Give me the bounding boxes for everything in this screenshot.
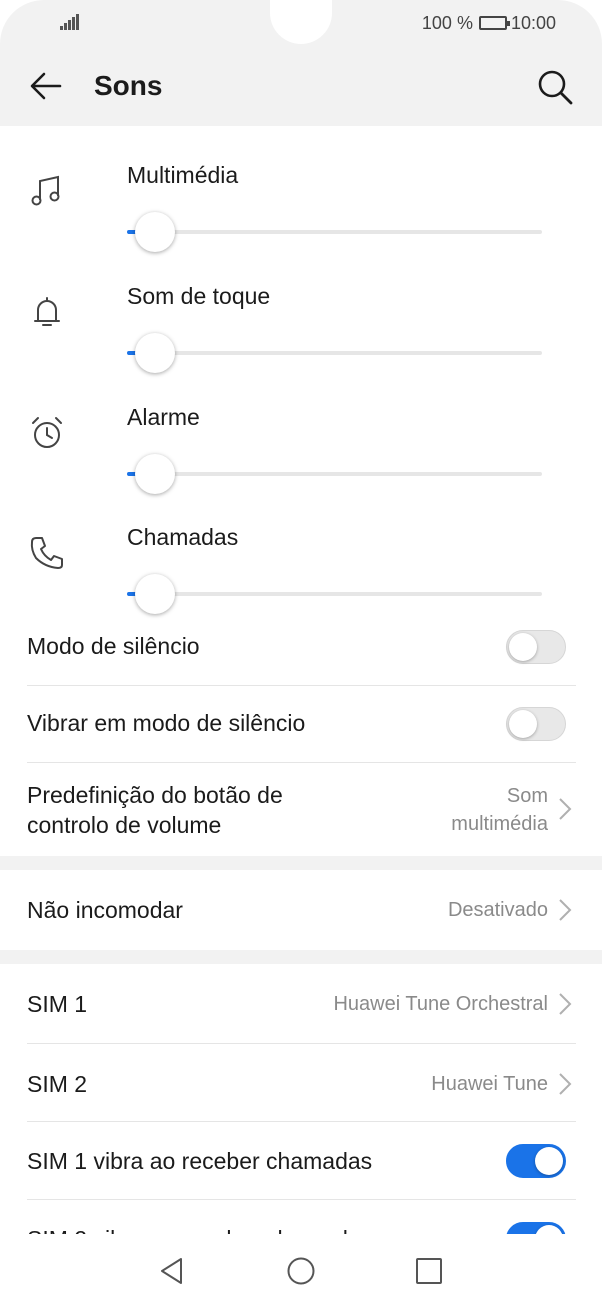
silent-mode-toggle[interactable] <box>506 630 566 664</box>
chevron-right-icon <box>559 899 572 921</box>
volume-label: Alarme <box>127 404 200 430</box>
slider-thumb[interactable] <box>135 212 175 252</box>
setting-sim1-ringtone[interactable]: SIM 1 Huawei Tune Orchestral <box>27 964 576 1044</box>
setting-do-not-disturb[interactable]: Não incomodar Desativado <box>27 870 576 950</box>
setting-value: Huawei Tune Orchestral <box>333 993 548 1015</box>
section-divider <box>0 856 602 870</box>
camera-notch <box>270 0 332 44</box>
app-bar: Sons <box>0 46 602 126</box>
setting-vibrate-silent[interactable]: Vibrar em modo de silêncio <box>27 686 576 763</box>
volume-row-calls: Chamadas <box>0 500 602 620</box>
page-title: Sons <box>94 70 163 101</box>
setting-value: Desativado <box>447 899 548 921</box>
slider-thumb[interactable] <box>135 333 175 373</box>
back-arrow-icon[interactable] <box>28 68 64 104</box>
battery-percentage: 100 % <box>421 12 473 33</box>
volume-row-alarm: Alarme <box>0 380 602 500</box>
status-right: 100 % 10:00 <box>422 12 556 34</box>
bell-icon <box>34 297 60 326</box>
volume-label: Chamadas <box>127 524 239 550</box>
volume-label: Multimédia <box>127 162 239 188</box>
setting-label: SIM 1 vibra ao receber chamadas <box>27 1148 373 1174</box>
alarm-clock-icon <box>32 417 62 448</box>
music-note-icon <box>31 175 60 206</box>
battery-icon <box>478 16 510 30</box>
setting-label: SIM 1 <box>27 991 88 1017</box>
volume-slider[interactable] <box>127 574 542 614</box>
setting-sim2-ringtone[interactable]: SIM 2 Huawei Tune <box>27 1044 576 1122</box>
chevron-right-icon <box>559 993 572 1015</box>
volume-row-ringtone: Som de toque <box>0 259 602 379</box>
setting-sim1-vibrate[interactable]: SIM 1 vibra ao receber chamadas <box>27 1122 576 1200</box>
signal-icon <box>60 14 80 30</box>
setting-value: Huawei Tune <box>431 1073 548 1095</box>
setting-label: Não incomodar <box>27 897 183 923</box>
volume-row-multimedia: Multimédia <box>0 138 602 258</box>
setting-label: Predefinição do botão de controlo de vol… <box>27 782 283 838</box>
navigation-bar <box>0 1234 602 1306</box>
setting-label: SIM 2 <box>27 1071 88 1097</box>
chevron-right-icon <box>559 1073 572 1095</box>
volume-slider[interactable] <box>127 454 542 494</box>
nav-back-icon[interactable] <box>157 1256 187 1286</box>
setting-label: Vibrar em modo de silêncio <box>27 710 306 736</box>
settings-content: Multimédia Som de toque Alarme Chamadas … <box>0 126 602 1256</box>
clock: 10:00 <box>510 12 556 33</box>
sim1-vibrate-toggle[interactable] <box>506 1144 566 1178</box>
chevron-right-icon <box>559 798 572 820</box>
volume-slider[interactable] <box>127 333 542 373</box>
phone-screen: 100 % 10:00 Sons Multimédia Som de toque… <box>0 0 602 1306</box>
slider-thumb[interactable] <box>135 574 175 614</box>
volume-slider[interactable] <box>127 212 542 252</box>
setting-value: Som multimédia <box>451 785 548 835</box>
volume-label: Som de toque <box>127 283 271 309</box>
slider-thumb[interactable] <box>135 454 175 494</box>
nav-recents-icon[interactable] <box>414 1256 444 1286</box>
setting-volume-button-default[interactable]: Predefinição do botão de controlo de vol… <box>27 763 576 856</box>
search-icon[interactable] <box>536 68 574 106</box>
nav-home-icon[interactable] <box>286 1256 316 1286</box>
section-divider <box>0 950 602 964</box>
status-bar: 100 % 10:00 <box>0 0 602 46</box>
setting-silent-mode[interactable]: Modo de silêncio <box>27 609 576 686</box>
phone-icon <box>30 537 63 569</box>
vibrate-silent-toggle[interactable] <box>506 707 566 741</box>
setting-label: Modo de silêncio <box>27 633 200 659</box>
